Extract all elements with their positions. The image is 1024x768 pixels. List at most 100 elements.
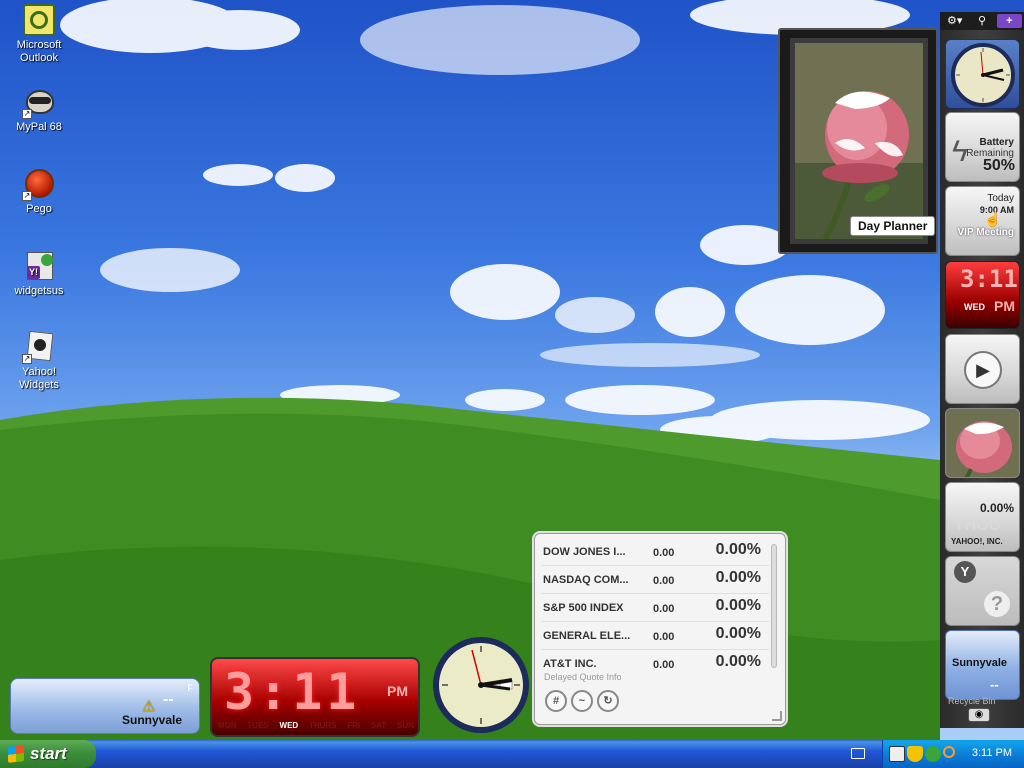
desktop-icon-label: Yahoo! Widgets (19, 366, 59, 391)
search-icon[interactable] (943, 746, 955, 758)
stock-value: 0.00 (653, 603, 675, 615)
desktop-icon-yahoo-widgets[interactable]: ↗ Yahoo! Widgets (1, 330, 77, 392)
day-planner-widget[interactable]: Day Planner (778, 28, 938, 254)
keyboard-icon[interactable] (851, 748, 865, 759)
search-button[interactable]: ⚲ (969, 14, 994, 28)
sidebar-day-planner[interactable]: Today 9:00 AM VIP Meeting ☝ (945, 186, 1020, 256)
planner-event: VIP Meeting (957, 227, 1015, 238)
weather-city: Sunnyvale (122, 713, 183, 727)
stock-row[interactable]: DOW JONES I... 0.00 0.00% (541, 538, 769, 566)
stock-change: 0.00% (715, 653, 761, 670)
battery-value: 50% (982, 157, 1015, 174)
clock-face-icon (951, 43, 1015, 107)
weather-temp: -- (163, 691, 174, 708)
stock-symbols-button[interactable]: # (545, 690, 567, 712)
stock-value: 0.00 (653, 575, 675, 587)
desktop-icon-label: Microsoft Outlook (16, 39, 62, 64)
digital-day: WED (964, 302, 985, 312)
taskbar: start 3:11 PM (0, 740, 1024, 768)
stock-name: S&P 500 INDEX (543, 602, 624, 614)
yahoo-widgets-icon: ↗ (22, 330, 55, 364)
sidebar-toolbar: ⚙▾ ⚲ + (940, 12, 1024, 30)
desktop-icon-pego[interactable]: ↗ Pego (1, 168, 77, 216)
add-widget-button[interactable]: + (996, 14, 1022, 28)
shortcut-arrow-icon: ↗ (22, 354, 32, 364)
weather-mini-temp: -- (990, 677, 999, 692)
shortcut-arrow-icon: ↗ (22, 109, 32, 119)
planner-day: Today (987, 193, 1014, 204)
help-icon: ? (984, 591, 1010, 617)
stock-row[interactable]: GENERAL ELE... 0.00 0.00% (541, 622, 769, 650)
hand-cursor-icon: ☝ (984, 211, 1002, 227)
stock-refresh-button[interactable]: ↻ (597, 690, 619, 712)
stock-value: 0.00 (653, 659, 675, 671)
stock-name: DOW JONES I... (543, 546, 626, 558)
weekday-sat: SAT (370, 721, 387, 730)
rose-thumbnail (956, 421, 1012, 477)
yahoo-icon: Y (954, 561, 976, 583)
clock-face-icon (433, 637, 529, 733)
day-planner-tooltip: Day Planner (850, 216, 936, 236)
digital-ampm-display: PM (387, 683, 408, 699)
sidebar-media-player[interactable]: ▶ (945, 334, 1020, 404)
sidebar-digital-clock[interactable]: 3:11 WED PM (945, 261, 1020, 329)
stock-name: NASDAQ COM... (543, 574, 629, 586)
stock-mini-company: YAHOO!, INC. (951, 537, 1003, 546)
weather-widget[interactable]: ⚠ -- F Sunnyvale (10, 678, 200, 734)
stock-change: 0.00% (715, 597, 761, 614)
raccoon-icon: ↗ (22, 86, 55, 119)
desktop-icon-mypal[interactable]: ↗ MyPal 68 (1, 86, 77, 134)
weekday-sun: SUN (397, 721, 414, 730)
pego-icon: ↗ (22, 168, 55, 201)
digital-ampm: PM (994, 298, 1015, 314)
stock-scrollbar[interactable] (771, 544, 777, 668)
desktop-icon-widgetsus[interactable]: Y! widgetsus (1, 250, 77, 298)
stock-button-bar: # ~ ↻ (545, 690, 619, 712)
weekday-wed: WED (279, 721, 299, 730)
gear-menu-button[interactable]: ⚙▾ (942, 14, 967, 28)
taskbar-clock[interactable]: 3:11 PM (972, 747, 1012, 759)
weekday-mon: MON (218, 721, 237, 730)
digital-clock-widget[interactable]: 3:11 PM MON TUES WED THURS FRI SAT SUN (210, 657, 420, 737)
shortcut-arrow-icon: ↗ (22, 191, 32, 201)
start-button[interactable]: start (0, 740, 96, 768)
weekday-fri: FRI (347, 721, 361, 730)
network-icon[interactable] (925, 746, 941, 762)
widget-sidebar: ⚙▾ ⚲ + ϟ Battery Remaining 50% Today 9:0… (940, 12, 1024, 728)
stock-footer: Delayed Quote Info (544, 672, 622, 682)
recycle-bin-label: Recycle Bin (948, 696, 996, 706)
start-label: start (30, 744, 67, 763)
battery-title: Battery (979, 137, 1014, 148)
sidebar-picture-frame[interactable] (945, 408, 1020, 478)
sidebar-widget-gallery[interactable]: Y ? (945, 556, 1020, 626)
stock-name: GENERAL ELE... (543, 630, 631, 642)
outlook-icon (23, 4, 55, 36)
stock-row[interactable]: S&P 500 INDEX 0.00 0.00% (541, 594, 769, 622)
weekday-thu: THURS (308, 721, 337, 730)
stock-name: AT&T INC. (543, 658, 597, 670)
stock-mini-ticker: YHOO (954, 517, 1002, 534)
rose-photo (790, 38, 928, 244)
sidebar-weather-widget[interactable]: Sunnyvale -- (945, 630, 1020, 700)
digital-time-display: 3:11 (224, 663, 361, 721)
stock-change: 0.00% (715, 625, 761, 642)
desktop-icon-label: MyPal 68 (16, 121, 62, 133)
play-icon[interactable]: ▶ (964, 351, 1002, 389)
stock-chart-button[interactable]: ~ (571, 690, 593, 712)
sidebar-analog-clock[interactable] (945, 39, 1020, 109)
stock-change: 0.00% (715, 541, 761, 558)
analog-clock-widget[interactable] (430, 634, 532, 736)
stock-ticker-widget[interactable]: DOW JONES I... 0.00 0.00% NASDAQ COM... … (534, 533, 786, 725)
resize-grip-icon[interactable] (772, 711, 782, 721)
stock-row[interactable]: NASDAQ COM... 0.00 0.00% (541, 566, 769, 594)
sidebar-stock-widget[interactable]: 0.00% YHOO YAHOO!, INC. (945, 482, 1020, 552)
yahoo-widgets-tray-icon[interactable] (889, 746, 905, 762)
stock-value: 0.00 (653, 547, 675, 559)
camera-icon[interactable]: ◉ (968, 708, 990, 722)
yahoo-widgets-icon: Y! (23, 250, 55, 282)
desktop-icon-label: widgetsus (14, 285, 64, 297)
sidebar-battery-widget[interactable]: ϟ Battery Remaining 50% (945, 112, 1020, 182)
security-shield-icon[interactable] (907, 746, 923, 762)
desktop-icon-outlook[interactable]: Microsoft Outlook (1, 4, 77, 65)
weather-unit: F (187, 683, 194, 693)
